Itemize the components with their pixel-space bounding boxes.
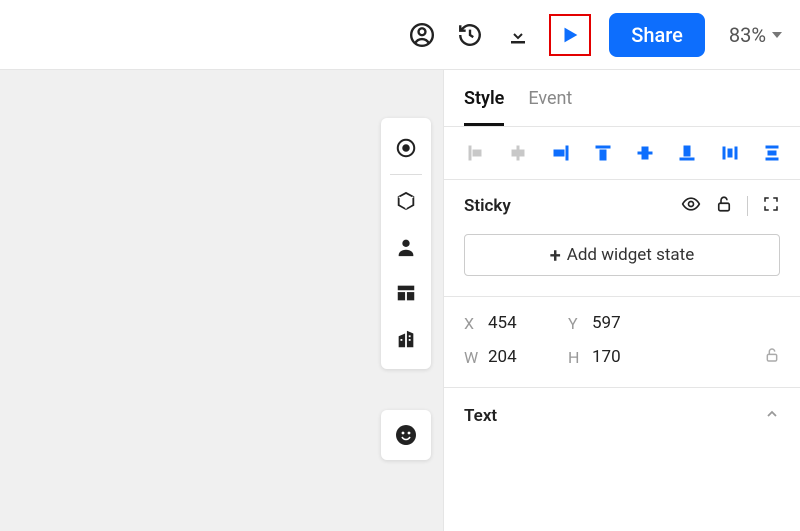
user-icon[interactable] <box>386 227 426 267</box>
h-value[interactable]: 170 <box>592 347 672 367</box>
properties-panel: Style Event <box>443 70 800 531</box>
text-section-header[interactable]: Text <box>444 388 800 442</box>
h-label: H <box>568 348 592 367</box>
sticky-section: Sticky + Add widget state <box>444 180 800 297</box>
separator <box>747 196 748 216</box>
plus-icon: + <box>550 245 561 265</box>
widget-toolbar <box>381 118 431 369</box>
w-value[interactable]: 204 <box>488 347 568 367</box>
distribute-h-icon[interactable] <box>718 141 742 165</box>
tab-event[interactable]: Event <box>528 88 572 126</box>
history-icon[interactable] <box>449 14 491 56</box>
account-icon[interactable] <box>401 14 443 56</box>
tab-style[interactable]: Style <box>464 88 504 126</box>
visibility-icon[interactable] <box>681 194 701 218</box>
zoom-value: 83% <box>729 23 766 47</box>
sticky-title: Sticky <box>464 196 511 216</box>
align-right-icon[interactable] <box>549 141 573 165</box>
align-center-h-icon[interactable] <box>506 141 530 165</box>
share-button[interactable]: Share <box>609 13 705 57</box>
unlock-icon[interactable] <box>715 195 733 217</box>
text-section-title: Text <box>464 406 497 426</box>
scrollbar[interactable] <box>443 100 444 520</box>
add-widget-state-label: Add widget state <box>567 245 694 265</box>
y-value[interactable]: 597 <box>592 313 672 333</box>
distribute-v-icon[interactable] <box>760 141 784 165</box>
cube-icon[interactable] <box>386 181 426 221</box>
expand-icon[interactable] <box>762 195 780 217</box>
divider <box>390 174 422 175</box>
preview-play-button[interactable] <box>549 14 591 56</box>
top-toolbar: Share 83% <box>0 0 800 70</box>
emoji-icon[interactable] <box>381 410 431 460</box>
add-widget-state-button[interactable]: + Add widget state <box>464 234 780 276</box>
align-top-icon[interactable] <box>591 141 615 165</box>
y-label: Y <box>568 314 592 333</box>
canvas-area[interactable] <box>0 70 443 531</box>
zoom-select[interactable]: 83% <box>729 23 782 47</box>
geometry-section: X 454 Y 597 W 204 H 170 <box>444 297 800 388</box>
layout-icon[interactable] <box>386 273 426 313</box>
align-left-icon[interactable] <box>464 141 488 165</box>
x-label: X <box>464 314 488 333</box>
align-bottom-icon[interactable] <box>675 141 699 165</box>
aspect-lock-icon[interactable] <box>764 347 780 367</box>
alignment-row <box>444 127 800 180</box>
chevron-up-icon <box>764 406 780 426</box>
chevron-down-icon <box>772 32 782 38</box>
panel-tabs: Style Event <box>444 70 800 126</box>
download-icon[interactable] <box>497 14 539 56</box>
align-middle-icon[interactable] <box>633 141 657 165</box>
x-value[interactable]: 454 <box>488 313 568 333</box>
w-label: W <box>464 348 488 367</box>
building-icon[interactable] <box>386 319 426 359</box>
target-icon[interactable] <box>386 128 426 168</box>
